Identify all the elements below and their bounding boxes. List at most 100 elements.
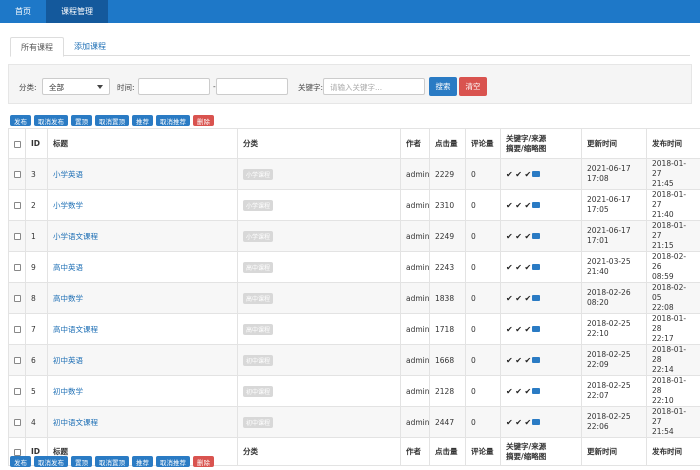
delete-button[interactable]: 删除 [193, 115, 214, 126]
pin-top-button[interactable]: 置顶 [71, 115, 92, 126]
row-title-link[interactable]: 高中英语 [53, 263, 83, 272]
row-checkbox[interactable] [14, 326, 21, 333]
bottom-action-bar: 发布 取消发布 置顶 取消置顶 推荐 取消推荐 删除 [10, 456, 214, 467]
row-updated-time: 17:05 [587, 205, 609, 214]
row-checkbox[interactable] [14, 295, 21, 302]
row-checkbox[interactable] [14, 419, 21, 426]
unrecommend-button[interactable]: 取消推荐 [156, 115, 190, 126]
top-action-bar: 发布 取消发布 置顶 取消置顶 推荐 取消推荐 删除 [10, 115, 214, 126]
row-flags: ✔ ✔ ✔ [500, 344, 582, 376]
row-clicks: 1718 [429, 313, 466, 345]
row-id: 6 [25, 344, 48, 376]
row-flags: ✔ ✔ ✔ [500, 189, 582, 221]
table-row: 5 初中数学 初中课程 admin 2128 0 ✔ ✔ ✔ 2018-02-25 22:07 2… [8, 375, 700, 407]
row-id: 4 [25, 406, 48, 438]
row-checkbox[interactable] [14, 264, 21, 271]
row-published-date: 2018-02-26 [652, 252, 687, 271]
unpublish-button[interactable]: 取消发布 [34, 115, 68, 126]
row-category-badge: 小学课程 [243, 199, 274, 211]
tab-all-courses[interactable]: 所有课程 [10, 37, 64, 57]
row-clicks: 2447 [429, 406, 466, 438]
unpin-top-button[interactable]: 取消置顶 [95, 115, 129, 126]
course-table: ID 标题 分类 作者 点击量 评论量 关键字/来源 摘要/缩略图 更新时间 发… [8, 128, 700, 466]
col-author-bottom: 作者 [400, 437, 430, 466]
publish-button[interactable]: 发布 [10, 115, 31, 126]
row-author: admin [400, 344, 430, 376]
thumbnail-image-icon [532, 326, 541, 332]
row-published-date: 2018-01-27 [652, 221, 687, 240]
row-published: 2018-01-28 22:10 [646, 375, 700, 407]
row-published: 2018-01-28 22:14 [646, 344, 700, 376]
source-check-icon: ✔ [515, 293, 522, 303]
category-select[interactable]: 全部 [42, 78, 110, 95]
row-comments: 0 [465, 375, 501, 407]
clear-button[interactable]: 清空 [459, 77, 487, 96]
row-updated-date: 2018-02-25 [587, 412, 631, 421]
row-title-link[interactable]: 初中英语 [53, 356, 83, 365]
table-row: 2 小学数学 小学课程 admin 2310 0 ✔ ✔ ✔ 2021-06-17 17:05 2… [8, 189, 700, 221]
recommend-button[interactable]: 推荐 [132, 115, 153, 126]
row-title-link[interactable]: 小学英语 [53, 170, 83, 179]
row-checkbox[interactable] [14, 233, 21, 240]
row-title-link[interactable]: 高中语文课程 [53, 325, 98, 334]
source-check-icon: ✔ [515, 324, 522, 334]
row-flags: ✔ ✔ ✔ [500, 375, 582, 407]
summary-check-icon: ✔ [524, 169, 532, 179]
tab-add-course[interactable]: 添加课程 [64, 37, 116, 56]
keyword-check-icon: ✔ [506, 417, 513, 427]
search-button[interactable]: 搜索 [429, 77, 457, 96]
summary-check-icon: ✔ [524, 231, 532, 241]
table-row: 6 初中英语 初中课程 admin 1668 0 ✔ ✔ ✔ 2018-02-25 22:09 2… [8, 344, 700, 376]
col-flags-line2-bottom: 摘要/缩略图 [506, 451, 547, 461]
row-category-badge: 小学课程 [243, 230, 274, 242]
row-published-time: 21:15 [652, 241, 674, 250]
table-row: 8 高中数学 高中课程 admin 1838 0 ✔ ✔ ✔ 2018-02-26 08:20 2… [8, 282, 700, 314]
delete-button-bottom[interactable]: 删除 [193, 456, 214, 467]
row-author: admin [400, 158, 430, 190]
row-checkbox[interactable] [14, 202, 21, 209]
row-clicks: 2310 [429, 189, 466, 221]
row-title-link[interactable]: 初中语文课程 [53, 418, 98, 427]
col-category-bottom: 分类 [237, 437, 401, 466]
end-date-input[interactable] [216, 78, 288, 95]
row-updated-date: 2018-02-25 [587, 350, 631, 359]
unpublish-button-bottom[interactable]: 取消发布 [34, 456, 68, 467]
row-title-link[interactable]: 小学语文课程 [53, 232, 98, 241]
row-published-time: 22:10 [652, 396, 674, 405]
col-comments: 评论量 [465, 128, 501, 159]
row-published-time: 21:54 [652, 427, 674, 436]
row-category-badge: 初中课程 [243, 354, 274, 366]
table-row: 4 初中语文课程 初中课程 admin 2447 0 ✔ ✔ ✔ 2018-02-25 22:0… [8, 406, 700, 438]
row-checkbox[interactable] [14, 357, 21, 364]
row-id: 3 [25, 158, 48, 190]
row-title-link[interactable]: 小学数学 [53, 201, 83, 210]
row-checkbox[interactable] [14, 388, 21, 395]
row-title-link[interactable]: 初中数学 [53, 387, 83, 396]
row-id: 9 [25, 251, 48, 283]
unrecommend-button-bottom[interactable]: 取消推荐 [156, 456, 190, 467]
row-updated-date: 2021-06-17 [587, 226, 631, 235]
pin-top-button-bottom[interactable]: 置顶 [71, 456, 92, 467]
nav-course-manage[interactable]: 课程管理 [46, 0, 108, 23]
row-title-link[interactable]: 高中数学 [53, 294, 83, 303]
nav-home[interactable]: 首页 [0, 0, 46, 23]
row-id: 1 [25, 220, 48, 252]
recommend-button-bottom[interactable]: 推荐 [132, 456, 153, 467]
row-comments: 0 [465, 313, 501, 345]
col-flags-line1: 关键字/来源 [506, 133, 547, 143]
row-id: 7 [25, 313, 48, 345]
row-updated-time: 22:06 [587, 422, 609, 431]
row-checkbox[interactable] [14, 171, 21, 178]
start-date-input[interactable] [138, 78, 210, 95]
unpin-top-button-bottom[interactable]: 取消置顶 [95, 456, 129, 467]
select-all-checkbox-bottom[interactable] [14, 448, 21, 456]
row-clicks: 2128 [429, 375, 466, 407]
row-updated-time: 08:20 [587, 298, 609, 307]
keyword-input[interactable]: 请输入关键字... [323, 78, 425, 95]
keyword-check-icon: ✔ [506, 169, 513, 179]
select-all-checkbox[interactable] [14, 140, 21, 148]
row-published-time: 08:59 [652, 272, 674, 281]
col-updated: 更新时间 [581, 128, 647, 159]
publish-button-bottom[interactable]: 发布 [10, 456, 31, 467]
source-check-icon: ✔ [515, 355, 522, 365]
